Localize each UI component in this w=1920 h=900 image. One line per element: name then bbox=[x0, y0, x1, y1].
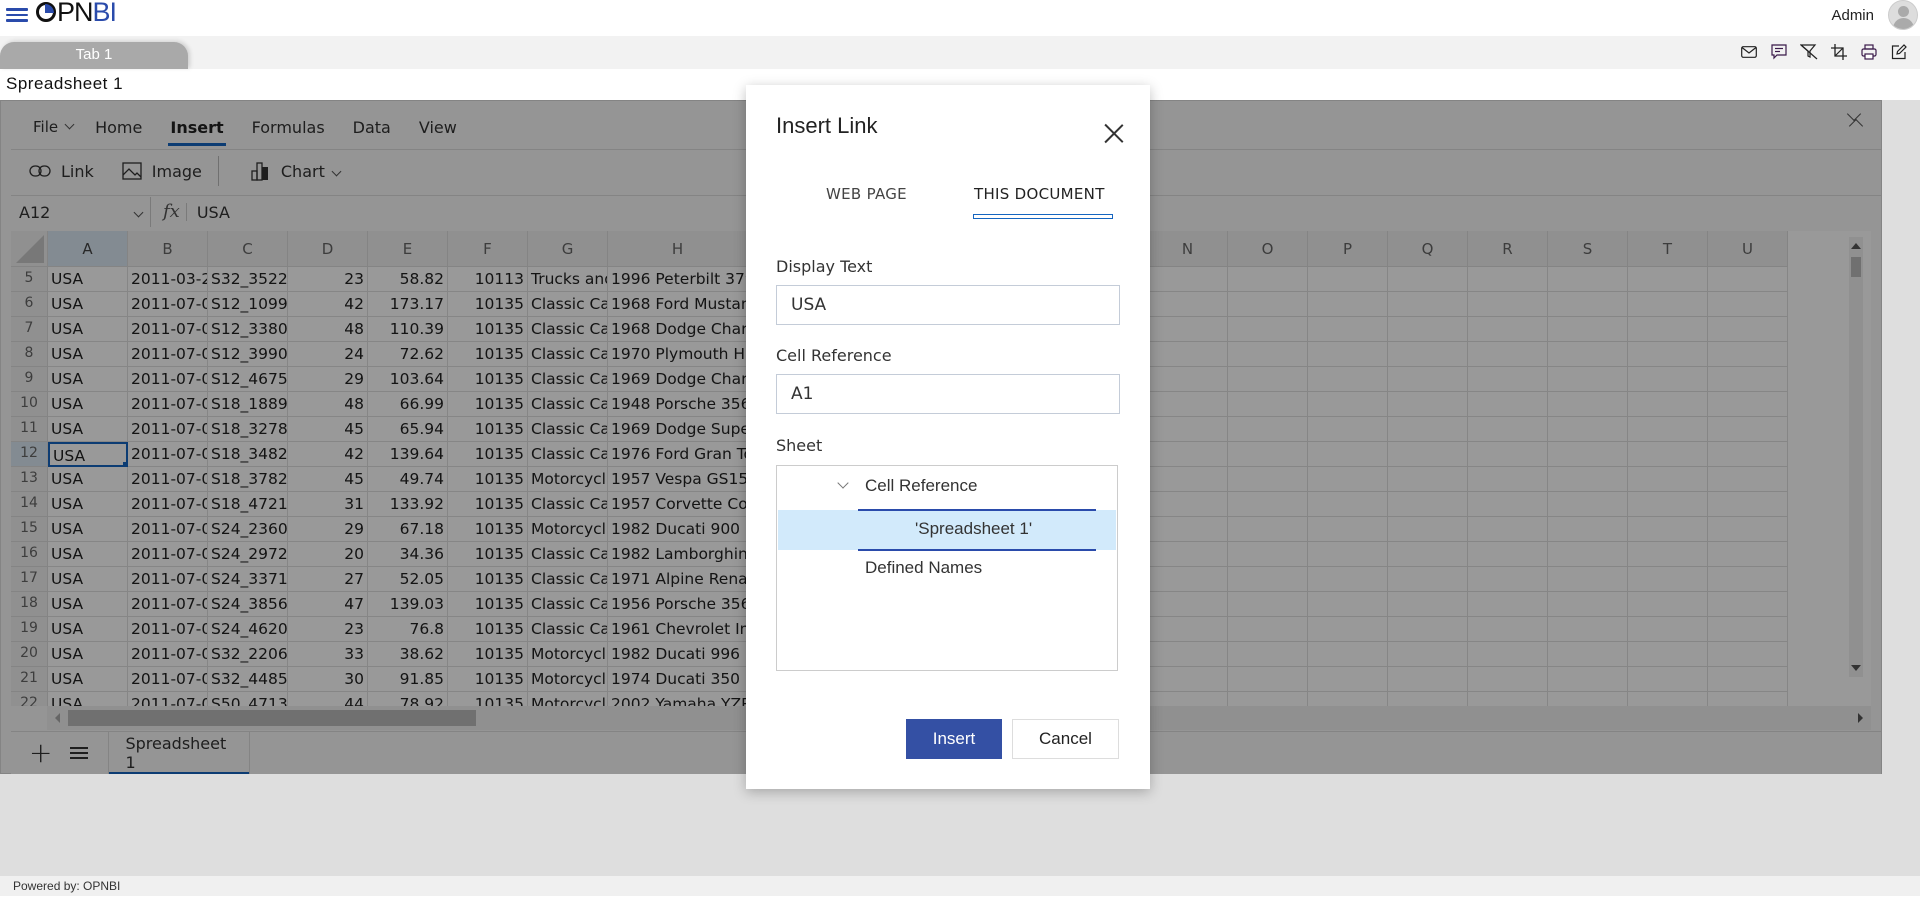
display-text-input[interactable]: USA bbox=[776, 285, 1120, 325]
user-name[interactable]: Admin bbox=[1831, 7, 1874, 24]
cancel-button[interactable]: Cancel bbox=[1012, 719, 1119, 759]
chevron-down-icon[interactable] bbox=[837, 477, 849, 489]
toolbar bbox=[1740, 43, 1908, 61]
insert-button[interactable]: Insert bbox=[906, 719, 1002, 759]
tree-node-spreadsheet-1[interactable]: 'Spreadsheet 1' bbox=[915, 519, 1032, 539]
logo-o-icon bbox=[36, 2, 56, 22]
opnbi-logo: PNBI bbox=[36, 0, 117, 28]
sheet-title: Spreadsheet 1 bbox=[6, 74, 124, 93]
tab-1[interactable]: Tab 1 bbox=[0, 42, 188, 69]
tab-this-document[interactable]: THIS DOCUMENT bbox=[973, 185, 1113, 219]
sheet-tree: Cell Reference 'Spreadsheet 1' Defined N… bbox=[776, 465, 1118, 671]
clear-filter-icon[interactable] bbox=[1800, 43, 1818, 61]
print-icon[interactable] bbox=[1860, 43, 1878, 61]
footer: Powered by: OPNBI bbox=[0, 876, 1920, 896]
hamburger-menu-icon[interactable] bbox=[6, 5, 28, 23]
insert-link-dialog: Insert Link WEB PAGE THIS DOCUMENT Displ… bbox=[746, 85, 1150, 789]
tab-web-page[interactable]: WEB PAGE bbox=[826, 185, 907, 219]
cell-reference-input[interactable]: A1 bbox=[776, 374, 1120, 414]
crop-icon[interactable] bbox=[1830, 43, 1848, 61]
close-icon[interactable] bbox=[1104, 123, 1124, 143]
background-area bbox=[1882, 100, 1920, 774]
comment-icon[interactable] bbox=[1770, 43, 1788, 61]
mail-icon[interactable] bbox=[1740, 43, 1758, 61]
display-text-label: Display Text bbox=[776, 257, 873, 276]
tree-node-defined-names[interactable]: Defined Names bbox=[865, 558, 982, 578]
background-area bbox=[0, 774, 1920, 876]
sheet-label: Sheet bbox=[776, 436, 823, 455]
cell-reference-label: Cell Reference bbox=[776, 346, 892, 365]
avatar[interactable] bbox=[1888, 0, 1918, 30]
dashboard-tab-strip: Tab 1 bbox=[0, 36, 1920, 69]
dialog-tabs: WEB PAGE THIS DOCUMENT bbox=[776, 185, 1120, 225]
edit-icon[interactable] bbox=[1890, 43, 1908, 61]
tree-node-cell-reference[interactable]: Cell Reference bbox=[837, 476, 977, 496]
top-bar: PNBI Admin bbox=[0, 0, 1920, 30]
dialog-title: Insert Link bbox=[776, 113, 878, 138]
